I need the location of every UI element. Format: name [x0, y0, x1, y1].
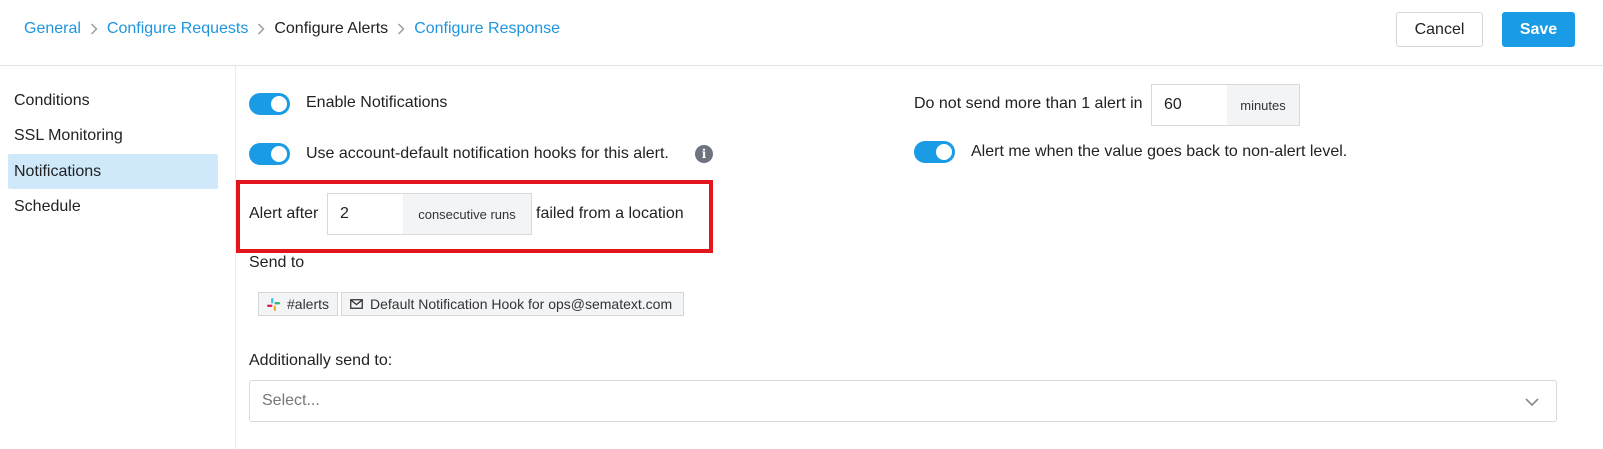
- sidebar: Conditions SSL Monitoring Notifications …: [0, 66, 236, 449]
- send-to-chip-label: Default Notification Hook for ops@semate…: [370, 296, 673, 312]
- default-hooks-toggle[interactable]: [249, 143, 290, 165]
- rate-limit-input[interactable]: [1151, 84, 1228, 126]
- top-bar: General Configure Requests Configure Ale…: [0, 0, 1603, 66]
- default-hooks-label: Use account-default notification hooks f…: [306, 145, 669, 162]
- enable-notifications-toggle[interactable]: [249, 93, 290, 115]
- breadcrumb-configure-response[interactable]: Configure Response: [414, 20, 560, 38]
- send-to-chip-email[interactable]: Default Notification Hook for ops@semate…: [341, 292, 684, 316]
- sidebar-item-schedule[interactable]: Schedule: [8, 189, 218, 224]
- breadcrumb-configure-requests[interactable]: Configure Requests: [107, 20, 248, 38]
- recovery-alert-toggle[interactable]: [914, 141, 955, 163]
- toggle-knob: [271, 146, 287, 162]
- chevron-right-icon: [248, 19, 274, 39]
- send-to-chip-label: #alerts: [287, 296, 330, 312]
- chevron-right-icon: [388, 19, 414, 39]
- send-to-label: Send to: [249, 254, 305, 271]
- send-to-chip-slack[interactable]: #alerts: [258, 292, 338, 316]
- alert-after-suffix: failed from a location: [536, 205, 684, 222]
- breadcrumb-configure-alerts: Configure Alerts: [274, 20, 389, 37]
- additionally-send-to-select[interactable]: Select...: [249, 380, 1557, 422]
- enable-notifications-label: Enable Notifications: [306, 94, 448, 111]
- cancel-button[interactable]: Cancel: [1396, 12, 1483, 47]
- chevron-down-icon: [1524, 394, 1540, 410]
- recovery-alert-label: Alert me when the value goes back to non…: [971, 143, 1348, 160]
- toggle-knob: [936, 144, 952, 160]
- alert-after-prefix: Alert after: [249, 205, 319, 222]
- breadcrumb: General Configure Requests Configure Ale…: [24, 0, 560, 58]
- consecutive-runs-addon: consecutive runs: [403, 193, 532, 235]
- additionally-send-to-label: Additionally send to:: [249, 352, 393, 369]
- sidebar-item-ssl-monitoring[interactable]: SSL Monitoring: [8, 118, 218, 153]
- toggle-knob: [271, 96, 287, 112]
- breadcrumb-general[interactable]: General: [24, 20, 81, 38]
- consecutive-runs-input[interactable]: [327, 193, 404, 235]
- chevron-right-icon: [81, 19, 107, 39]
- envelope-icon: [348, 296, 364, 312]
- sidebar-item-notifications[interactable]: Notifications: [8, 154, 218, 189]
- sidebar-item-conditions[interactable]: Conditions: [8, 83, 218, 118]
- save-button[interactable]: Save: [1502, 12, 1575, 47]
- rate-limit-label: Do not send more than 1 alert in: [914, 95, 1143, 112]
- info-icon[interactable]: i: [695, 145, 713, 163]
- rate-limit-unit-addon: minutes: [1227, 84, 1300, 126]
- slack-icon: [265, 296, 281, 312]
- select-placeholder: Select...: [262, 392, 320, 409]
